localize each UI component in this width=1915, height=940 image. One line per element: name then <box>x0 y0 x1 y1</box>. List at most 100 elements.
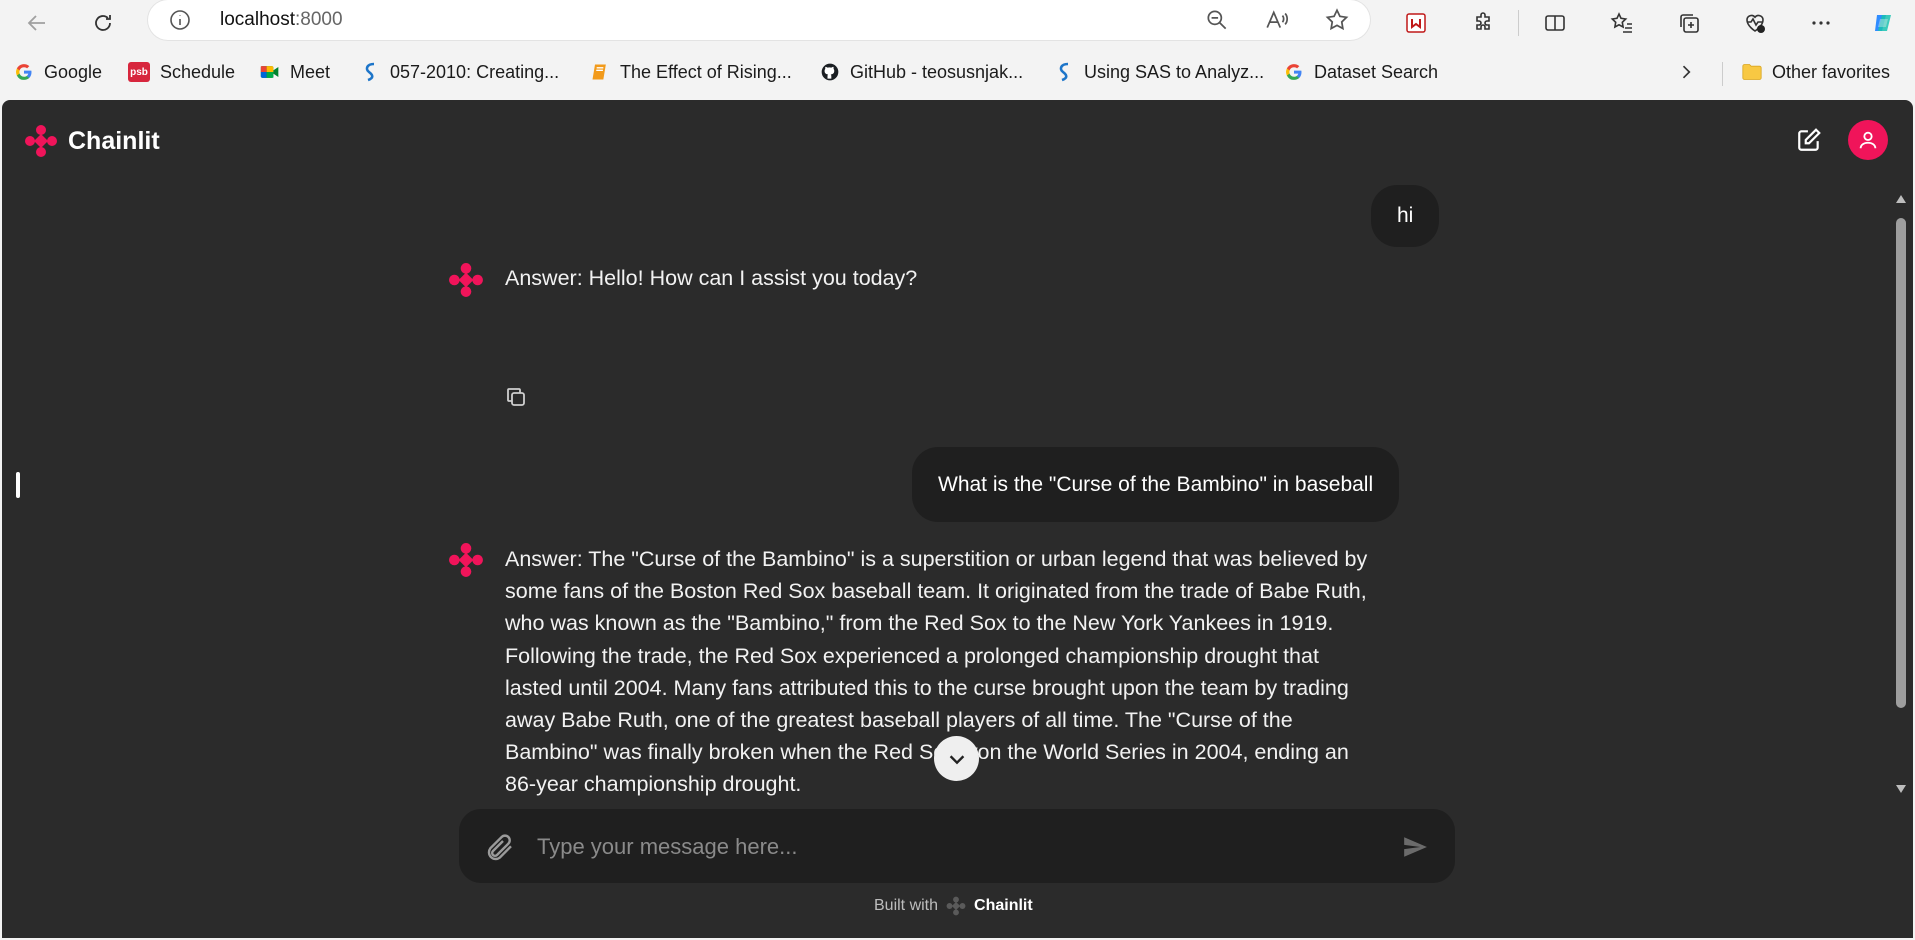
user-message: What is the "Curse of the Bambino" in ba… <box>912 447 1400 522</box>
site-info-icon[interactable] <box>168 8 192 32</box>
built-with-brand: Chainlit <box>974 897 1033 914</box>
assistant-message-line: away Babe Ruth, one of the greatest base… <box>505 708 1293 733</box>
other-favorites-label: Other favorites <box>1772 61 1891 82</box>
copilot-button[interactable] <box>1866 6 1900 40</box>
chevron-down-icon <box>949 754 964 764</box>
user-message-text: hi <box>1397 204 1414 227</box>
bookmark-label: Schedule <box>160 61 236 82</box>
other-favorites-folder[interactable]: Other favorites <box>1742 60 1890 84</box>
refresh-button[interactable] <box>86 6 120 40</box>
assistant-message-line: some fans of the Boston Red Sox baseball… <box>505 579 1367 604</box>
url-port: :8000 <box>295 9 343 30</box>
heart-pulse-icon <box>1746 14 1765 33</box>
scroll-up-arrow-icon[interactable] <box>1895 194 1907 204</box>
message-composer <box>459 809 1455 883</box>
assistant-message-line: 86-year championship drought. <box>505 772 802 797</box>
chevron-right-icon <box>1682 65 1691 79</box>
extensions-button[interactable] <box>1466 6 1500 40</box>
favorite-star-icon[interactable] <box>1324 7 1350 33</box>
bookmark-github[interactable]: GitHub - teosusnjak... <box>820 60 1023 84</box>
split-screen-button[interactable] <box>1538 6 1572 40</box>
chainlit-logo-icon <box>25 125 57 157</box>
chainlit-page: Chainlit hi Answer: Hello! How can I ass… <box>2 100 1913 938</box>
extension-mcafee-button[interactable] <box>1399 6 1433 40</box>
url-host: localhost <box>220 9 295 30</box>
more-menu-button[interactable] <box>1804 6 1838 40</box>
google-g-icon <box>1284 62 1304 82</box>
assistant-avatar-icon <box>449 263 483 297</box>
chainlit-mini-logo-icon <box>946 896 966 916</box>
copy-icon <box>507 388 525 406</box>
s-logo-icon <box>1054 62 1074 82</box>
split-screen-icon <box>1545 15 1565 31</box>
favorites-list-icon <box>1610 12 1632 33</box>
scroll-to-bottom-button[interactable] <box>934 736 979 781</box>
bookmark-label: Dataset Search <box>1314 61 1439 82</box>
refresh-icon <box>95 15 111 31</box>
read-aloud-icon[interactable] <box>1264 7 1290 33</box>
bookmark-google[interactable]: Google <box>14 60 102 84</box>
bookmark-dataset-search[interactable]: Dataset Search <box>1284 60 1438 84</box>
back-arrow-icon <box>27 15 45 31</box>
bookmark-label: Meet <box>290 61 331 82</box>
meet-icon <box>260 62 280 82</box>
assistant-avatar-icon <box>449 543 483 577</box>
s-logo-icon <box>360 62 380 82</box>
assistant-message-line: Answer: The "Curse of the Bambino" is a … <box>505 547 1368 571</box>
assistant-message-line: Answer: Hello! How can I assist you toda… <box>505 266 918 290</box>
built-with-footer[interactable]: Built with Chainlit <box>874 896 1033 916</box>
bookmark-schedule[interactable]: psb Schedule <box>128 60 235 84</box>
app-logo[interactable]: Chainlit <box>24 124 160 158</box>
message-input[interactable] <box>535 827 1439 867</box>
bookmark-using-sas[interactable]: Using SAS to Analyz... <box>1054 60 1264 84</box>
user-message: hi <box>1371 185 1440 247</box>
bookmark-effect-of-rising[interactable]: The Effect of Rising... <box>590 60 792 84</box>
folder-icon <box>1742 62 1762 82</box>
chat-scrollbar[interactable] <box>1892 188 1910 804</box>
assistant-message: Answer: Hello! How can I assist you toda… <box>505 262 917 294</box>
collections-button[interactable] <box>1672 6 1706 40</box>
assistant-message-line: Following the trade, the Red Sox experie… <box>505 643 1319 668</box>
bookmark-label: Using SAS to Analyz... <box>1084 61 1265 82</box>
bookmark-meet[interactable]: Meet <box>260 60 330 84</box>
psb-icon: psb <box>128 62 150 82</box>
user-icon <box>1859 131 1877 149</box>
book-icon <box>590 62 610 82</box>
scrollbar-thumb[interactable] <box>1896 218 1906 708</box>
github-icon <box>820 62 840 82</box>
built-with-text: Built with <box>874 897 939 914</box>
browser-essentials-button[interactable] <box>1738 6 1772 40</box>
edit-square-icon <box>1798 128 1821 151</box>
favorites-button[interactable] <box>1605 6 1639 40</box>
zoom-out-icon[interactable] <box>1204 7 1230 33</box>
new-chat-button[interactable] <box>1796 127 1822 158</box>
send-icon[interactable] <box>1401 834 1429 860</box>
copilot-icon <box>1875 15 1891 31</box>
back-button[interactable] <box>20 6 54 40</box>
address-bar[interactable]: localhost:8000 <box>148 0 1370 40</box>
paperclip-icon[interactable] <box>483 831 515 863</box>
bookmarks-bar: Google psb Schedule Meet 057-2010: Creat… <box>0 52 1915 92</box>
google-g-icon <box>14 62 34 82</box>
sidebar-resize-handle[interactable] <box>16 472 20 498</box>
user-message-text: What is the "Curse of the Bambino" in ba… <box>938 472 1374 496</box>
mcafee-shield-icon <box>1406 13 1426 33</box>
bookmarks-overflow-button[interactable] <box>1676 60 1696 84</box>
url-text[interactable]: localhost:8000 <box>220 9 343 31</box>
ellipsis-icon <box>1812 21 1830 25</box>
toolbar-divider <box>1518 10 1519 36</box>
collections-icon <box>1680 14 1699 33</box>
bookmark-057-2010[interactable]: 057-2010: Creating... <box>360 60 559 84</box>
puzzle-icon <box>1476 12 1490 30</box>
bookmark-label: 057-2010: Creating... <box>390 61 560 82</box>
user-avatar-button[interactable] <box>1848 120 1888 160</box>
bookmark-label: Google <box>44 61 103 82</box>
bookmark-label: GitHub - teosusnjak... <box>850 61 1024 82</box>
assistant-message-line: lasted until 2004. Many fans attributed … <box>505 675 1349 700</box>
copy-button[interactable] <box>504 385 528 414</box>
assistant-message-line: who was known as the "Bambino," from the… <box>505 611 1334 636</box>
browser-toolbar: localhost:8000 <box>0 0 1915 46</box>
bookmark-label: The Effect of Rising... <box>620 61 792 82</box>
app-name: Chainlit <box>68 126 160 155</box>
scroll-down-arrow-icon[interactable] <box>1895 784 1907 794</box>
